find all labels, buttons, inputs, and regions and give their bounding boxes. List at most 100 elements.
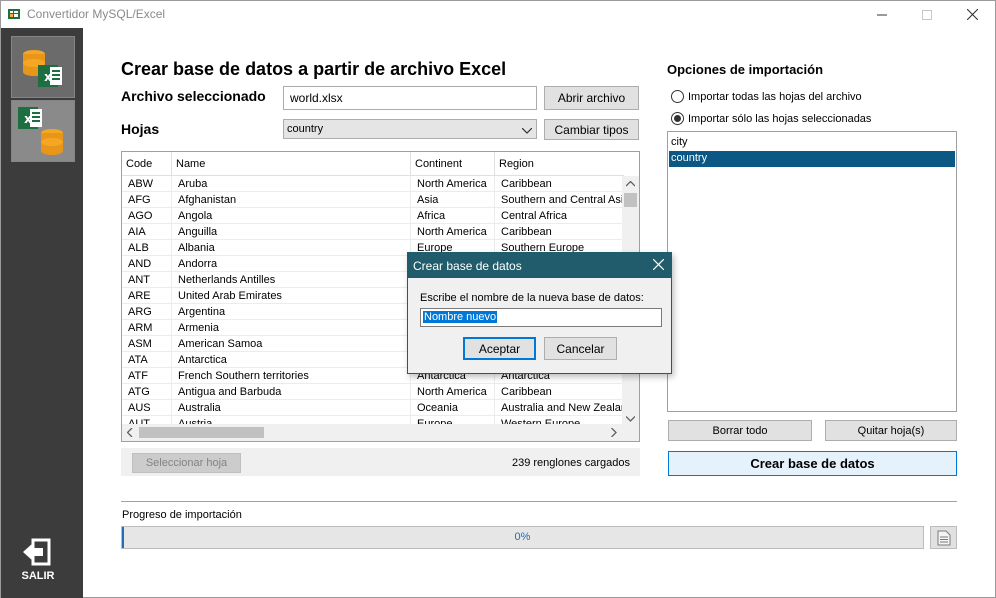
table-cell[interactable]: North America [411,224,495,240]
app-icon [8,8,20,20]
create-database-dialog: Crear base de datos Escribe el nombre de… [407,252,672,374]
file-label: Archivo seleccionado [121,88,266,104]
scroll-down-icon[interactable] [625,414,636,424]
list-item-city[interactable]: city [669,135,955,151]
remove-sheet-button[interactable]: Quitar hoja(s) [825,420,957,441]
table-cell[interactable]: Antarctica [172,352,411,368]
table-cell[interactable]: ANT [122,272,172,288]
table-cell[interactable]: ATF [122,368,172,384]
table-cell[interactable]: ALB [122,240,172,256]
tab-excel-to-mysql[interactable]: x [11,100,75,162]
column-header-continent[interactable]: Continent [411,152,495,176]
scroll-left-icon[interactable] [126,427,133,439]
table-row[interactable]: AFG Afghanistan Asia Southern and Central A… [122,192,624,208]
scroll-up-icon[interactable] [625,179,636,189]
table-cell[interactable]: ABW [122,176,172,192]
table-cell[interactable]: ATG [122,384,172,400]
exit-button[interactable]: SALIR [15,538,61,582]
table-cell[interactable]: Asia [411,192,495,208]
maximize-icon [922,9,932,20]
table-cell[interactable]: Africa [411,208,495,224]
table-cell[interactable]: Caribbean [495,384,624,400]
table-row[interactable]: AUS Australia Oceania Australia and New Zea… [122,400,624,416]
table-cell[interactable]: ARE [122,288,172,304]
table-cell[interactable]: Antigua and Barbuda [172,384,411,400]
table-cell[interactable]: American Samoa [172,336,411,352]
table-cell[interactable]: AGO [122,208,172,224]
table-cell[interactable]: Caribbean [495,224,624,240]
table-cell[interactable]: ARM [122,320,172,336]
table-cell[interactable]: ATA [122,352,172,368]
vertical-scroll-thumb[interactable] [624,193,637,207]
scroll-right-icon[interactable] [611,427,617,439]
dialog-close-button[interactable] [652,258,665,273]
horizontal-scroll-thumb[interactable] [139,427,264,438]
accept-button[interactable]: Aceptar [463,337,536,360]
radio-import-all-label: Importar todas las hojas del archivo [688,90,862,103]
select-sheet-button[interactable]: Seleccionar hoja [132,453,241,473]
svg-text:x: x [44,70,52,84]
table-cell[interactable]: Afghanistan [172,192,411,208]
horizontal-scrollbar[interactable] [122,424,639,441]
chevron-down-icon [521,125,533,137]
table-cell[interactable]: AUS [122,400,172,416]
table-cell[interactable]: Argentina [172,304,411,320]
file-path-field[interactable]: world.xlsx [283,86,537,110]
table-cell[interactable]: North America [411,176,495,192]
table-cell[interactable]: AIA [122,224,172,240]
column-header-region[interactable]: Region [495,152,624,176]
grid-status-panel: Seleccionar hoja 239 renglones cargados [121,448,640,476]
maximize-button[interactable] [904,1,950,28]
table-cell[interactable]: Central Africa [495,208,624,224]
progress-text: 0% [514,531,531,543]
minimize-button[interactable] [859,1,905,28]
dialog-title: Crear base de datos [413,259,522,273]
radio-import-all-circle[interactable] [671,90,684,103]
sheets-listbox[interactable]: city country [667,131,957,412]
table-cell[interactable]: Southern and Central Asia [495,192,624,208]
table-cell[interactable]: Anguilla [172,224,411,240]
sheet-select[interactable]: country [283,119,537,139]
change-types-button[interactable]: Cambiar tipos [544,119,639,140]
sidebar: x x SALIR [1,28,83,598]
table-cell[interactable]: ARG [122,304,172,320]
table-cell[interactable]: AFG [122,192,172,208]
table-cell[interactable]: Albania [172,240,411,256]
table-row[interactable]: AIA Anguilla North America Caribbean [122,224,624,240]
table-cell[interactable]: French Southern territories [172,368,411,384]
create-database-button[interactable]: Crear base de datos [668,451,957,476]
close-window-button[interactable] [949,1,995,28]
table-cell[interactable]: AND [122,256,172,272]
radio-import-selected-circle[interactable] [671,112,684,125]
table-cell[interactable]: Australia [172,400,411,416]
database-name-input[interactable]: Nombre nuevo [420,308,662,327]
clear-all-button[interactable]: Borrar todo [668,420,812,441]
table-cell[interactable]: Netherlands Antilles [172,272,411,288]
cancel-button[interactable]: Cancelar [544,337,617,360]
table-cell[interactable]: ASM [122,336,172,352]
table-cell[interactable]: Andorra [172,256,411,272]
progress-label: Progreso de importación [122,509,242,521]
table-row[interactable]: ATG Antigua and Barbuda North America Carib… [122,384,624,400]
log-button[interactable] [930,526,957,549]
column-header-code[interactable]: Code [122,152,172,176]
table-cell[interactable]: Australia and New Zealand [495,400,624,416]
list-item-country[interactable]: country [669,151,955,167]
table-row[interactable]: ABW Aruba North America Caribbean [122,176,624,192]
title-bar[interactable]: Convertidor MySQL/Excel [1,1,995,28]
radio-import-selected[interactable]: Importar sólo las hojas seleccionadas [671,112,871,125]
table-row[interactable]: AGO Angola Africa Central Africa [122,208,624,224]
table-cell[interactable]: North America [411,384,495,400]
tab-mysql-to-excel[interactable]: x [11,36,75,98]
open-file-button[interactable]: Abrir archivo [544,86,639,110]
column-header-name[interactable]: Name [172,152,411,176]
table-cell[interactable]: Angola [172,208,411,224]
table-cell[interactable]: Oceania [411,400,495,416]
table-cell[interactable]: United Arab Emirates [172,288,411,304]
excel-to-mysql-icon: x [18,107,63,155]
table-cell[interactable]: Caribbean [495,176,624,192]
table-cell[interactable]: Armenia [172,320,411,336]
table-cell[interactable]: Aruba [172,176,411,192]
radio-import-all[interactable]: Importar todas las hojas del archivo [671,90,862,103]
dialog-title-bar[interactable]: Crear base de datos [408,253,671,278]
